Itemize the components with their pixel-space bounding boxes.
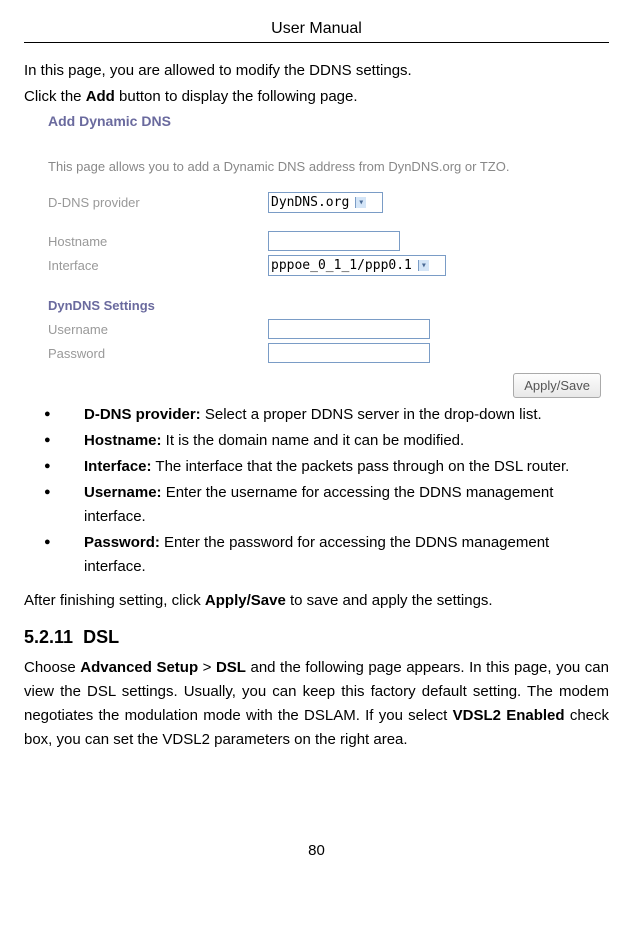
section-number: 5.2.11: [24, 627, 73, 647]
section-body-b2: DSL: [216, 659, 246, 676]
intro-line-2: Click the Add button to display the foll…: [24, 85, 609, 109]
page-header-title: User Manual: [24, 20, 609, 43]
hostname-label: Hostname: [48, 234, 268, 249]
username-label: Username: [48, 322, 268, 337]
section-heading: 5.2.11 DSL: [24, 627, 609, 648]
interface-select[interactable]: pppoe_0_1_1/ppp0.1 ▾: [268, 255, 446, 276]
section-body-b1: Advanced Setup: [80, 659, 198, 676]
list-item: D-DNS provider: Select a proper DDNS ser…: [44, 403, 609, 427]
hostname-row: Hostname: [48, 231, 609, 251]
apply-row: Apply/Save: [32, 377, 609, 395]
apply-save-button[interactable]: Apply/Save: [513, 373, 601, 398]
bullet-text: It is the domain name and it can be modi…: [162, 432, 465, 449]
after-setting-text: After finishing setting, click Apply/Sav…: [24, 589, 609, 613]
username-input[interactable]: [268, 319, 430, 339]
provider-row: D-DNS provider DynDNS.org ▾: [48, 192, 609, 213]
section-title: DSL: [83, 627, 119, 647]
form-description: This page allows you to add a Dynamic DN…: [48, 159, 609, 174]
after-bold: Apply/Save: [205, 592, 286, 609]
after-post: to save and apply the settings.: [286, 592, 493, 609]
interface-row: Interface pppoe_0_1_1/ppp0.1 ▾: [48, 255, 609, 276]
page-number: 80: [24, 842, 609, 879]
ddns-form-screenshot: Add Dynamic DNS This page allows you to …: [32, 113, 609, 395]
bullet-label: Password:: [84, 534, 160, 551]
section-body-pre: Choose: [24, 659, 80, 676]
dyndns-settings-title: DynDNS Settings: [48, 298, 609, 313]
intro-line-2-pre: Click the: [24, 88, 86, 105]
bullet-label: Interface:: [84, 458, 152, 475]
password-label: Password: [48, 346, 268, 361]
provider-label: D-DNS provider: [48, 195, 268, 210]
hostname-input[interactable]: [268, 231, 400, 251]
section-body: Choose Advanced Setup > DSL and the foll…: [24, 656, 609, 752]
bullet-text: The interface that the packets pass thro…: [152, 458, 570, 475]
list-item: Hostname: It is the domain name and it c…: [44, 429, 609, 453]
bullet-label: D-DNS provider:: [84, 406, 201, 423]
dropdown-arrow-icon: ▾: [418, 260, 429, 271]
dropdown-arrow-icon: ▾: [355, 197, 366, 208]
section-body-b3: VDSL2 Enabled: [453, 707, 565, 724]
intro-line-2-bold: Add: [86, 88, 115, 105]
form-title: Add Dynamic DNS: [48, 113, 609, 129]
list-item: Interface: The interface that the packet…: [44, 455, 609, 479]
intro-line-2-post: button to display the following page.: [115, 88, 358, 105]
section-body-mid1: >: [198, 659, 216, 676]
bullet-label: Username:: [84, 484, 162, 501]
interface-label: Interface: [48, 258, 268, 273]
list-item: Username: Enter the username for accessi…: [44, 481, 609, 529]
bullet-label: Hostname:: [84, 432, 162, 449]
password-row: Password: [48, 343, 609, 363]
intro-line-1: In this page, you are allowed to modify …: [24, 59, 609, 83]
list-item: Password: Enter the password for accessi…: [44, 531, 609, 579]
provider-select-value: DynDNS.org: [271, 195, 349, 210]
interface-select-value: pppoe_0_1_1/ppp0.1: [271, 258, 412, 273]
bullet-text: Select a proper DDNS server in the drop-…: [201, 406, 542, 423]
password-input[interactable]: [268, 343, 430, 363]
username-row: Username: [48, 319, 609, 339]
provider-select[interactable]: DynDNS.org ▾: [268, 192, 383, 213]
field-description-list: D-DNS provider: Select a proper DDNS ser…: [24, 403, 609, 579]
after-pre: After finishing setting, click: [24, 592, 205, 609]
